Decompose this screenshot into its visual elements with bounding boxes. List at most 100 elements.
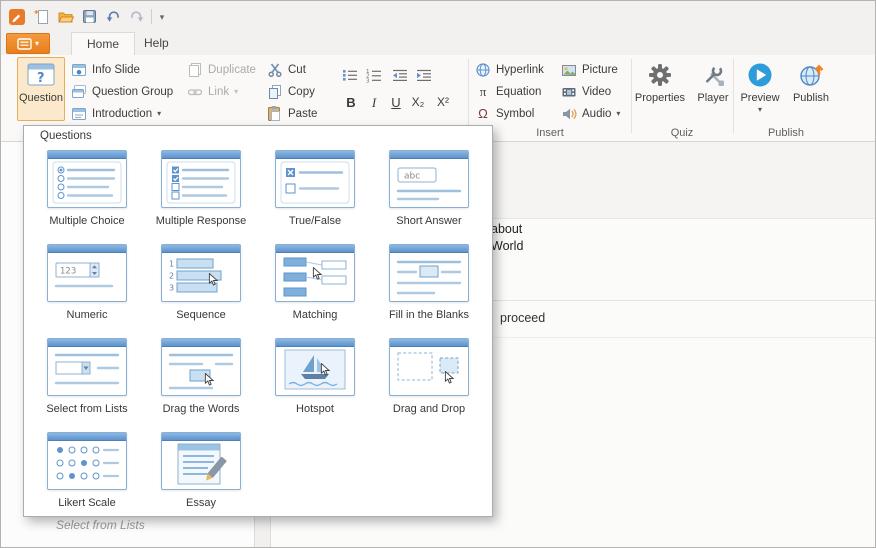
tab-home[interactable]: Home	[71, 32, 135, 55]
question-types-grid: Multiple Choice	[30, 146, 488, 522]
question-type-drag-the-words[interactable]: Drag the Words	[145, 334, 257, 428]
introduction-slide-icon	[71, 106, 87, 122]
duplicate-button[interactable]: Duplicate	[187, 60, 256, 79]
bullet-list-button[interactable]	[339, 66, 361, 84]
svg-text:?: ?	[37, 71, 45, 86]
picture-button[interactable]: Picture	[561, 60, 618, 79]
publish-button[interactable]: Publish	[787, 58, 835, 124]
group-label-publish: Publish	[737, 127, 835, 139]
svg-text:1: 1	[169, 260, 174, 269]
player-label: Player	[697, 92, 728, 104]
chevron-down-icon: ▾	[758, 105, 762, 114]
increase-indent-icon	[415, 68, 433, 83]
picture-label: Picture	[582, 64, 618, 76]
info-slide-label: Info Slide	[92, 64, 140, 76]
question-group-icon	[71, 84, 87, 100]
undo-button[interactable]	[103, 6, 125, 28]
save-button[interactable]	[79, 6, 101, 28]
fill-in-the-blanks-icon	[389, 244, 469, 302]
link-icon	[187, 84, 203, 100]
link-button[interactable]: Link ▾	[187, 82, 238, 101]
hyperlink-button[interactable]: Hyperlink	[475, 60, 544, 79]
decrease-indent-button[interactable]	[389, 66, 411, 84]
question-type-essay[interactable]: Essay	[145, 428, 257, 522]
customize-toolbar-button[interactable]: ▾	[154, 6, 170, 28]
cut-button[interactable]: Cut	[267, 60, 306, 79]
video-button[interactable]: Video	[561, 82, 611, 101]
player-button[interactable]: Player	[691, 58, 735, 120]
redo-button[interactable]	[125, 6, 147, 28]
question-group-label: Question Group	[92, 86, 173, 98]
drag-and-drop-icon	[389, 338, 469, 396]
app-logo-icon	[6, 6, 28, 28]
question-type-numeric[interactable]: 123 Numeric	[31, 240, 143, 334]
short-answer-icon: abc	[389, 150, 469, 208]
slide-text-fragment: about	[491, 222, 522, 236]
chevron-down-icon: ▾	[160, 12, 165, 23]
chevron-down-icon: ▾	[234, 87, 238, 96]
omega-icon: Ω	[475, 106, 491, 121]
symbol-button[interactable]: Ω Symbol	[475, 104, 534, 123]
subscript-button[interactable]: X₂	[409, 95, 427, 115]
question-type-short-answer[interactable]: abc Short Answer	[373, 146, 485, 240]
question-type-likert-scale[interactable]: Likert Scale	[31, 428, 143, 522]
decrease-indent-icon	[391, 68, 409, 83]
paste-button[interactable]: Paste	[265, 104, 317, 123]
question-type-hotspot[interactable]: Hotspot	[259, 334, 371, 428]
question-type-matching[interactable]: Matching	[259, 240, 371, 334]
question-type-true-false[interactable]: True/False	[259, 146, 371, 240]
svg-text:123: 123	[60, 267, 76, 277]
group-separator	[468, 59, 469, 133]
tab-help[interactable]: Help	[129, 32, 184, 55]
superscript-button[interactable]: X²	[434, 95, 452, 115]
svg-text:3: 3	[169, 284, 174, 293]
group-separator	[631, 59, 632, 133]
bullet-list-icon	[341, 68, 359, 82]
question-type-drag-and-drop[interactable]: Drag and Drop	[373, 334, 485, 428]
introduction-button[interactable]: Introduction ▾	[71, 104, 161, 123]
paste-label: Paste	[288, 108, 317, 120]
question-type-select-from-lists[interactable]: Select from Lists	[31, 334, 143, 428]
question-type-sequence[interactable]: 1 2 3 Sequence	[145, 240, 257, 334]
question-type-multiple-response[interactable]: Multiple Response	[145, 146, 257, 240]
numbered-list-button[interactable]: 1 2 3	[363, 66, 385, 84]
info-slide-button[interactable]: Info Slide	[71, 60, 140, 79]
audio-button[interactable]: Audio ▾	[561, 104, 620, 123]
matching-icon	[275, 244, 355, 302]
question-button-label: Question	[19, 92, 63, 104]
publish-globe-icon	[798, 62, 825, 88]
group-label-quiz: Quiz	[629, 127, 735, 139]
audio-icon	[561, 106, 577, 122]
introduction-label: Introduction	[92, 108, 152, 120]
multiple-response-icon	[161, 150, 241, 208]
question-button[interactable]: ? Question	[17, 57, 65, 121]
underline-button[interactable]: U	[387, 95, 405, 115]
ribbon-tab-row: ▾ Home Help	[1, 31, 875, 55]
question-type-multiple-choice[interactable]: Multiple Choice	[31, 146, 143, 240]
cut-label: Cut	[288, 64, 306, 76]
preview-button[interactable]: Preview ▾	[736, 58, 784, 124]
video-icon	[561, 84, 577, 100]
hyperlink-label: Hyperlink	[496, 64, 544, 76]
pi-icon: π	[475, 84, 491, 100]
copy-button[interactable]: Copy	[267, 82, 315, 101]
group-label-insert: Insert	[471, 127, 629, 139]
equation-button[interactable]: π Equation	[475, 82, 541, 101]
app-menu-button[interactable]: ▾	[6, 33, 50, 54]
clipboard-icon	[265, 105, 283, 123]
properties-button[interactable]: Properties	[633, 58, 687, 120]
bold-button[interactable]: B	[342, 95, 360, 115]
titlebar: ▾	[1, 1, 875, 31]
copy-label: Copy	[288, 86, 315, 98]
increase-indent-button[interactable]	[413, 66, 435, 84]
chevron-down-icon: ▾	[157, 109, 161, 118]
italic-button[interactable]: I	[365, 95, 383, 115]
gear-icon	[647, 62, 673, 88]
sequence-icon: 1 2 3	[161, 244, 241, 302]
question-group-button[interactable]: Question Group	[71, 82, 173, 101]
multiple-choice-icon	[47, 150, 127, 208]
svg-text:3: 3	[366, 78, 370, 83]
open-button[interactable]	[55, 6, 77, 28]
new-quiz-button[interactable]	[31, 6, 53, 28]
question-type-fill-in-the-blanks[interactable]: Fill in the Blanks	[373, 240, 485, 334]
